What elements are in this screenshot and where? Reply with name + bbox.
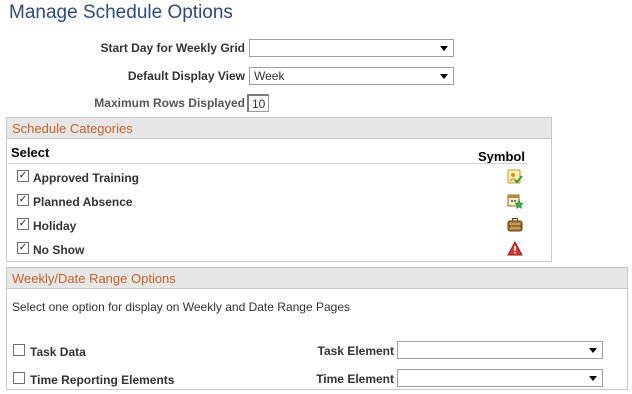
max-rows-input[interactable]: 10 [247,94,269,112]
chevron-down-icon [440,45,448,51]
weekly-options-header: Weekly/Date Range Options [7,268,627,289]
approved-training-icon [507,169,523,185]
max-rows-label: Maximum Rows Displayed [94,96,245,110]
schedule-categories-group: Schedule Categories [6,117,552,262]
chevron-down-icon [589,375,597,381]
start-day-label: Start Day for Weekly Grid [100,41,246,55]
page-title: Manage Schedule Options [9,2,233,23]
holiday-icon [507,217,523,233]
default-view-label: Default Display View [127,69,245,83]
task-data-label: Task Data [30,345,86,359]
holiday-checkbox[interactable]: ✓ [17,218,29,230]
no-show-checkbox[interactable]: ✓ [17,242,29,254]
approved-training-checkbox[interactable]: ✓ [17,170,29,182]
column-header-divider [9,163,527,164]
default-view-value: Week [254,69,285,83]
weekly-options-info: Select one option for display on Weekly … [12,300,350,314]
start-day-select[interactable] [249,39,454,57]
select-column-header: Select [11,145,50,160]
schedule-categories-header: Schedule Categories [7,118,551,139]
planned-absence-icon [507,193,524,209]
category-label: Planned Absence [33,195,133,209]
time-reporting-label: Time Reporting Elements [30,373,175,387]
task-element-select[interactable] [397,341,603,359]
default-view-select[interactable]: Week [249,67,454,85]
category-label: No Show [33,243,85,257]
time-element-label: Time Element [316,372,394,386]
category-label: Holiday [33,219,77,233]
time-reporting-checkbox[interactable] [13,372,25,384]
no-show-icon [507,240,523,257]
symbol-column-header: Symbol [478,149,525,164]
time-element-select[interactable] [397,369,603,387]
task-data-checkbox[interactable] [13,344,25,356]
planned-absence-checkbox[interactable]: ✓ [17,194,29,206]
chevron-down-icon [440,73,448,79]
category-label: Approved Training [33,171,140,185]
chevron-down-icon [589,347,597,353]
task-element-label: Task Element [317,344,394,358]
